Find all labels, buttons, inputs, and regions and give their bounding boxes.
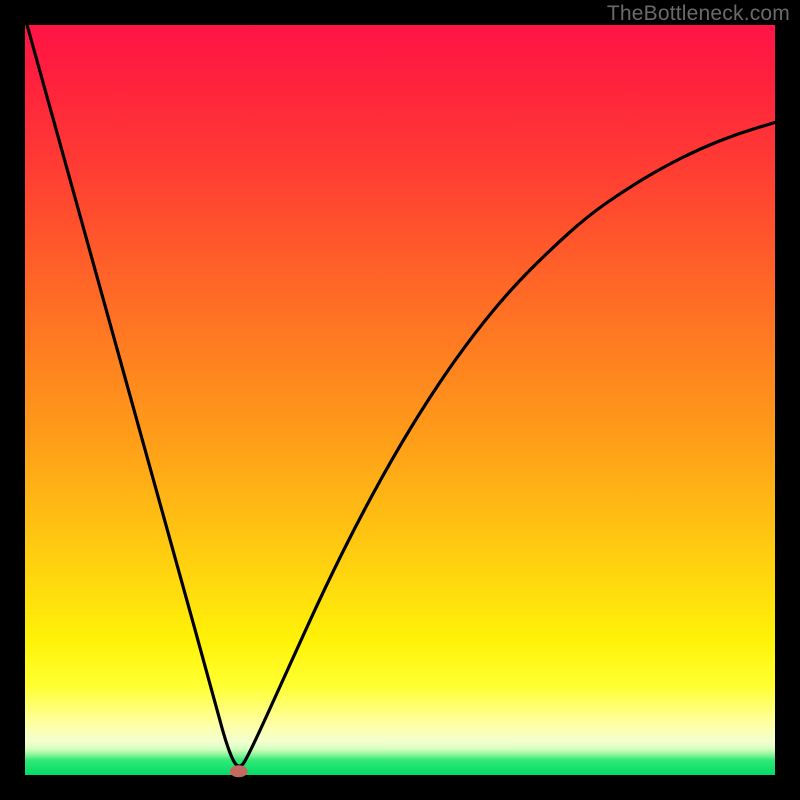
min-marker <box>230 765 248 777</box>
watermark-text: TheBottleneck.com <box>607 2 790 26</box>
bottleneck-curve-path <box>25 18 775 767</box>
curve-svg <box>25 25 775 775</box>
plot-area <box>25 25 775 775</box>
chart-frame: TheBottleneck.com <box>0 0 800 800</box>
